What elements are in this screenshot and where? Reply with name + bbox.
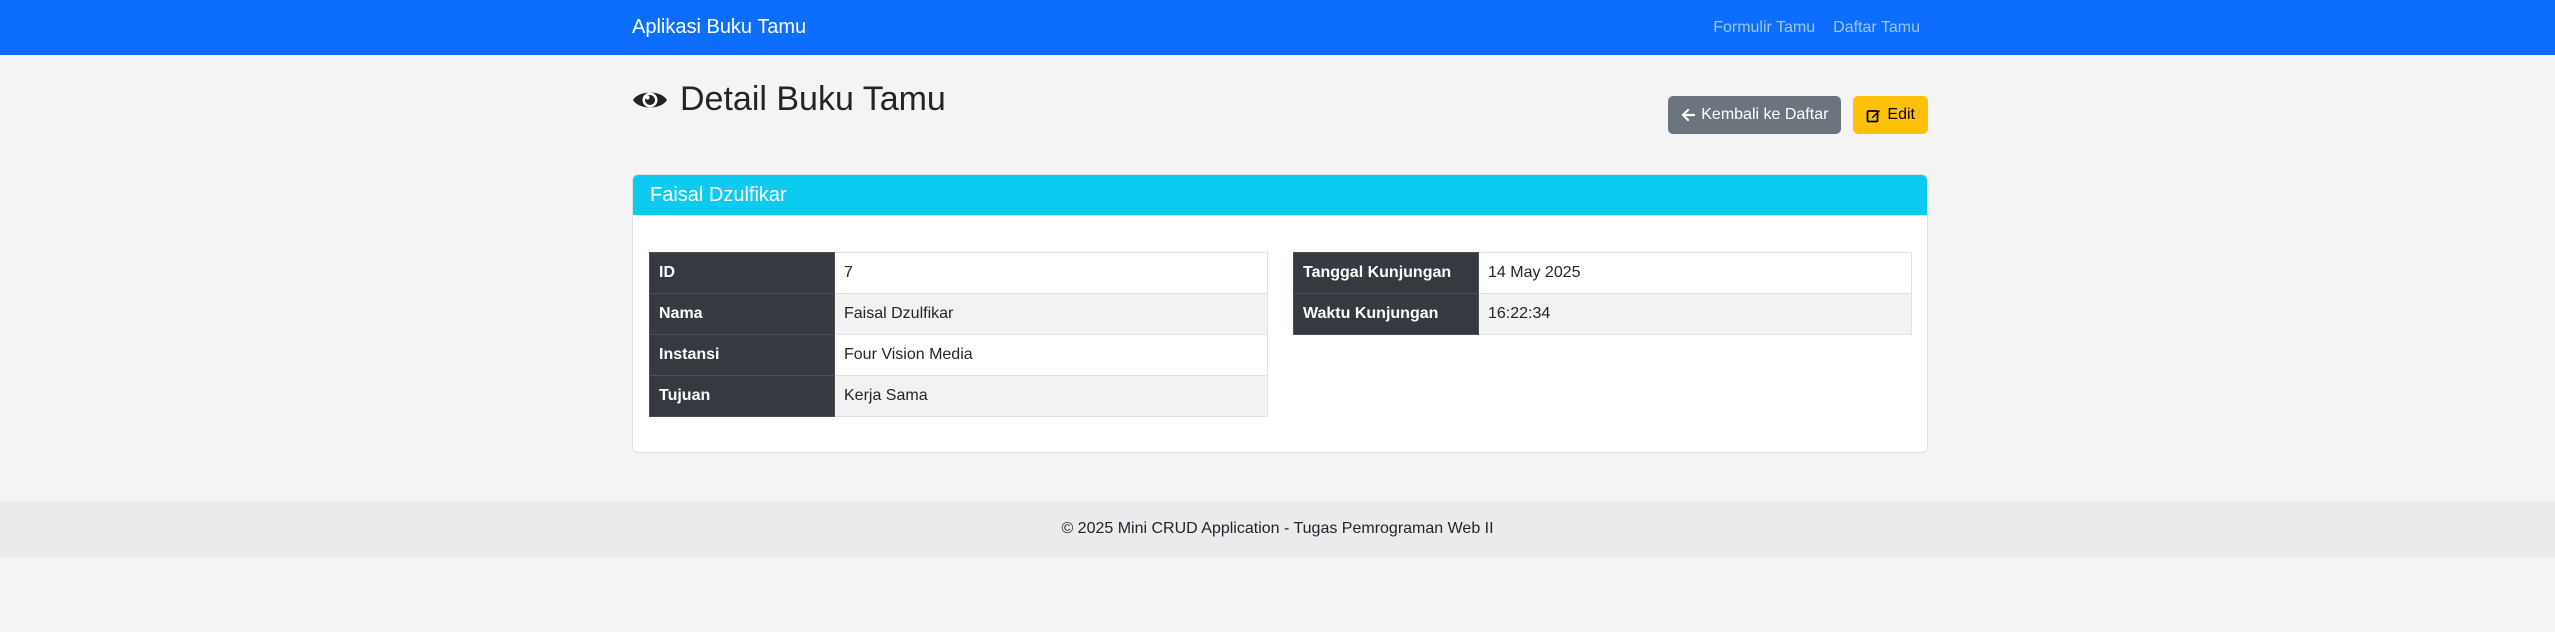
nav-link-daftar-tamu[interactable]: Daftar Tamu bbox=[1833, 19, 1920, 37]
table-row: Tujuan Kerja Sama bbox=[649, 375, 1268, 417]
table-row: Nama Faisal Dzulfikar bbox=[649, 293, 1268, 335]
row-value-waktu-kunjungan: 16:22:34 bbox=[1478, 293, 1912, 335]
navbar: Aplikasi Buku Tamu Formulir Tamu Daftar … bbox=[0, 0, 2555, 55]
back-to-list-button[interactable]: Kembali ke Daftar bbox=[1668, 96, 1842, 134]
guest-info-table: ID 7 Nama Faisal Dzulfikar Instansi Four… bbox=[649, 252, 1268, 417]
edit-label: Edit bbox=[1887, 106, 1915, 123]
table-row: Tanggal Kunjungan 14 May 2025 bbox=[1293, 252, 1912, 294]
row-label-waktu-kunjungan: Waktu Kunjungan bbox=[1293, 293, 1479, 335]
edit-button[interactable]: Edit bbox=[1853, 96, 1928, 134]
arrow-left-icon bbox=[1681, 108, 1696, 122]
footer-text: © 2025 Mini CRUD Application - Tugas Pem… bbox=[1061, 520, 1494, 537]
navbar-links: Formulir Tamu Daftar Tamu bbox=[1713, 0, 1920, 55]
row-value-tanggal-kunjungan: 14 May 2025 bbox=[1478, 252, 1912, 294]
row-label-id: ID bbox=[649, 252, 835, 294]
edit-icon bbox=[1866, 108, 1881, 123]
card-header: Faisal Dzulfikar bbox=[633, 175, 1927, 215]
row-value-nama: Faisal Dzulfikar bbox=[834, 293, 1268, 335]
nav-link-formulir-tamu[interactable]: Formulir Tamu bbox=[1713, 19, 1815, 37]
row-label-tujuan: Tujuan bbox=[649, 375, 835, 417]
row-value-id: 7 bbox=[834, 252, 1268, 294]
visit-info-table: Tanggal Kunjungan 14 May 2025 Waktu Kunj… bbox=[1293, 252, 1912, 335]
back-to-list-label: Kembali ke Daftar bbox=[1701, 106, 1829, 123]
row-label-instansi: Instansi bbox=[649, 334, 835, 376]
eye-icon bbox=[632, 87, 668, 113]
header-actions: Kembali ke Daftar Edit bbox=[1668, 96, 1928, 134]
row-value-instansi: Four Vision Media bbox=[834, 334, 1268, 376]
row-label-nama: Nama bbox=[649, 293, 835, 335]
row-value-tujuan: Kerja Sama bbox=[834, 375, 1268, 417]
table-row: Waktu Kunjungan 16:22:34 bbox=[1293, 293, 1912, 335]
guest-detail-card: Faisal Dzulfikar ID 7 Nama Faisal Dzulfi… bbox=[632, 174, 1928, 453]
page-heading: Detail Buku Tamu bbox=[680, 80, 946, 118]
navbar-brand[interactable]: Aplikasi Buku Tamu bbox=[632, 0, 806, 55]
footer: © 2025 Mini CRUD Application - Tugas Pem… bbox=[0, 501, 2555, 557]
table-row: Instansi Four Vision Media bbox=[649, 334, 1268, 376]
table-row: ID 7 bbox=[649, 252, 1268, 294]
row-label-tanggal-kunjungan: Tanggal Kunjungan bbox=[1293, 252, 1479, 294]
page-title: Detail Buku Tamu bbox=[632, 80, 946, 119]
